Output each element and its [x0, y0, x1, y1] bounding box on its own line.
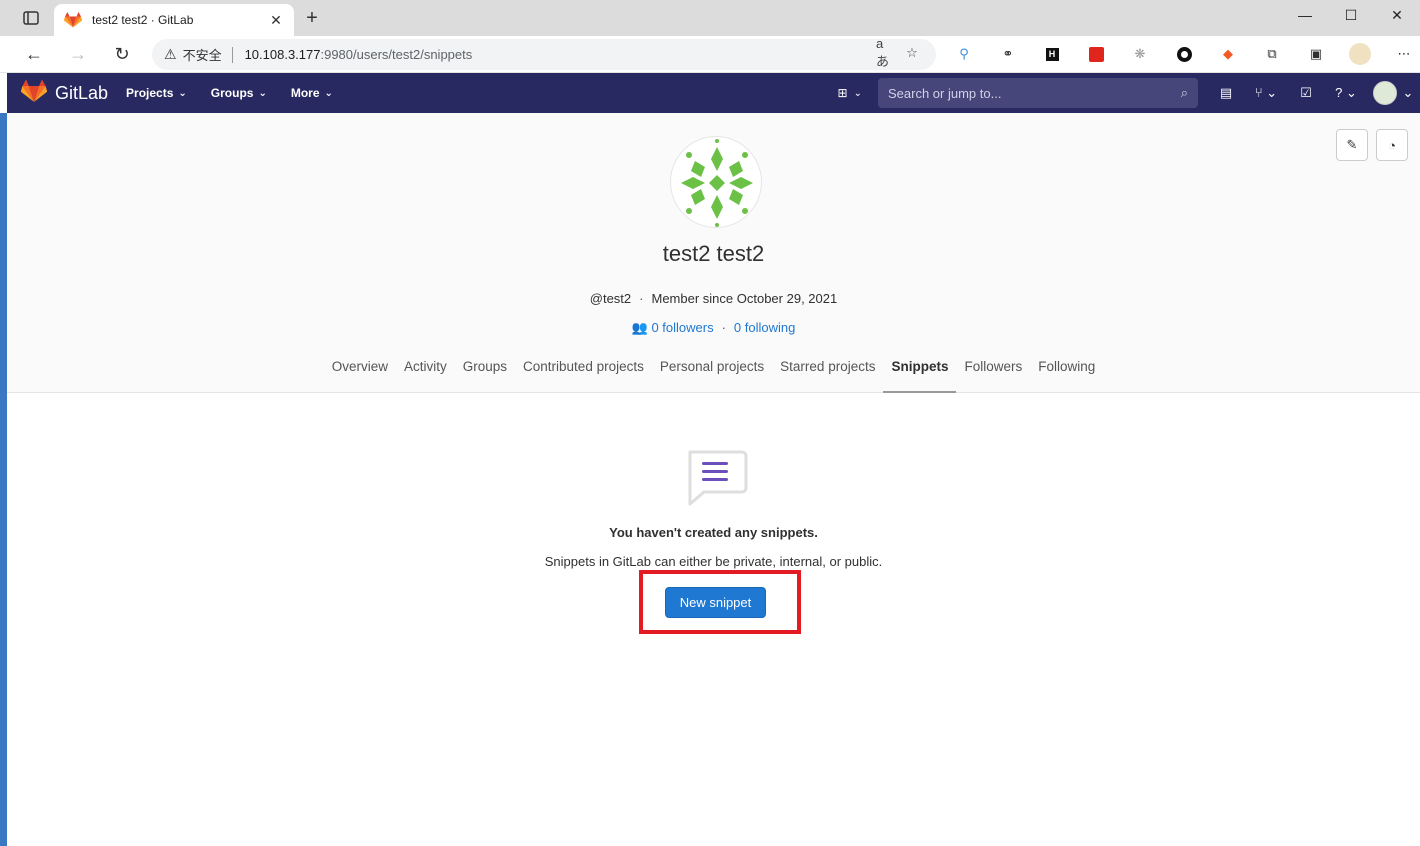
user-avatar-icon	[1372, 81, 1397, 105]
chevron-down-icon: ⌄	[178, 87, 187, 99]
empty-state-title: You haven't created any snippets.	[609, 525, 818, 540]
tab-followers[interactable]: Followers	[956, 349, 1030, 393]
follow-meta: 👥 0 followers · 0 following	[631, 320, 796, 335]
gitlab-home-link[interactable]: GitLab	[20, 78, 109, 108]
maximize-icon[interactable]: ☐	[1328, 0, 1374, 30]
rss-icon[interactable]: ◔	[1376, 129, 1408, 161]
users-icon: 👥	[631, 320, 648, 335]
tab-actions-icon[interactable]	[22, 9, 40, 27]
browser-tab-bar: test2 test2 · GitLab ✕ + — ☐ ✕	[0, 0, 1420, 36]
tab-activity[interactable]: Activity	[396, 349, 455, 393]
gitlab-logo-icon	[20, 78, 48, 108]
chevron-down-icon: ⌄	[258, 87, 267, 99]
profile-avatar-icon[interactable]	[1338, 41, 1382, 67]
menu-projects[interactable]: Projects ⌄	[126, 86, 187, 100]
menu-more[interactable]: More ⌄	[291, 86, 333, 100]
gitlab-navbar: GitLab Projects ⌄ Groups ⌄ More ⌄ ⊞ ⌄ Search…	[7, 73, 1420, 113]
collections-icon[interactable]: ▣	[1294, 41, 1338, 67]
warning-icon: ⚠	[164, 46, 177, 62]
back-icon[interactable]: ←	[22, 42, 46, 66]
user-profile-header: ✎ ◔ test2 test2 @test2 · Member since Octo…	[7, 113, 1420, 393]
issues-icon[interactable]: ▤	[1206, 78, 1246, 108]
snippet-illustration-icon	[682, 448, 750, 510]
search-input[interactable]: Search or jump to... ⌕	[878, 78, 1198, 108]
minimize-icon[interactable]: —	[1282, 0, 1328, 30]
merge-requests-icon[interactable]: ⑂ ⌄	[1246, 78, 1286, 108]
help-icon[interactable]: ? ⌄	[1326, 78, 1366, 108]
user-menu[interactable]: ⌄	[1366, 78, 1420, 108]
browser-menu-icon[interactable]: ⋯	[1382, 41, 1420, 67]
search-icon: ⌕	[1180, 85, 1188, 100]
extension-circle-icon[interactable]	[1162, 41, 1206, 67]
plus-square-icon: ⊞	[837, 86, 848, 100]
browser-tab[interactable]: test2 test2 · GitLab ✕	[54, 4, 294, 36]
tab-groups[interactable]: Groups	[455, 349, 515, 393]
url-text: 10.108.3.177:9980/users/test2/snippets	[244, 47, 473, 62]
snippets-empty-state: You haven't created any snippets. Snippe…	[7, 393, 1420, 846]
extension-h-icon[interactable]: H	[1030, 41, 1074, 67]
browser-toolbar: ← → ↻ ⚠ 不安全 10.108.3.177:9980/users/test…	[0, 36, 1420, 73]
tab-title: test2 test2 · GitLab	[92, 13, 194, 27]
extension-pin-icon[interactable]: ⚲	[942, 41, 986, 67]
tab-snippets[interactable]: Snippets	[883, 349, 957, 393]
gitlab-brand: GitLab	[55, 82, 109, 103]
tab-contributed-projects[interactable]: Contributed projects	[515, 349, 652, 393]
insecure-label: 不安全	[182, 48, 222, 63]
profile-tabs: Overview Activity Groups Contributed pro…	[7, 349, 1420, 393]
close-window-icon[interactable]: ✕	[1374, 0, 1420, 30]
edit-profile-icon[interactable]: ✎	[1336, 129, 1368, 161]
followers-link[interactable]: 0 followers	[651, 320, 713, 335]
user-full-name: test2 test2	[662, 241, 765, 266]
forward-icon[interactable]: →	[66, 42, 90, 66]
empty-state-description: Snippets in GitLab can either be private…	[544, 554, 883, 569]
extension-gray-icon[interactable]: ❋	[1118, 41, 1162, 67]
annotation-highlight-box	[639, 570, 801, 634]
extension-red-icon[interactable]	[1074, 41, 1118, 67]
refresh-icon[interactable]: ↻	[110, 42, 134, 66]
following-link[interactable]: 0 following	[734, 320, 795, 335]
new-tab-icon[interactable]: +	[302, 7, 322, 30]
address-bar[interactable]: ⚠ 不安全 10.108.3.177:9980/users/test2/snip…	[152, 36, 936, 70]
avatar	[670, 136, 762, 228]
read-aloud-icon[interactable]: aあ	[876, 36, 896, 69]
username: @test2	[589, 291, 632, 306]
desktop-edge-strip	[0, 113, 7, 846]
chevron-down-icon: ⌄	[324, 87, 333, 99]
extension-link-icon[interactable]: ⚭	[986, 41, 1030, 67]
extensions-icon[interactable]: ⧉	[1250, 41, 1294, 67]
new-dropdown[interactable]: ⊞ ⌄	[838, 86, 862, 100]
todos-icon[interactable]: ☑	[1286, 78, 1326, 108]
tab-starred-projects[interactable]: Starred projects	[772, 349, 883, 393]
gitlab-favicon-icon	[63, 12, 83, 28]
tab-overview[interactable]: Overview	[324, 349, 396, 393]
tab-close-icon[interactable]: ✕	[268, 12, 284, 29]
user-meta: @test2 · Member since October 29, 2021	[589, 291, 838, 306]
menu-groups[interactable]: Groups ⌄	[211, 86, 267, 100]
favorite-add-icon[interactable]: ☆	[902, 43, 922, 63]
tab-following[interactable]: Following	[1030, 349, 1103, 393]
tab-personal-projects[interactable]: Personal projects	[652, 349, 772, 393]
brave-icon[interactable]: ◆	[1206, 41, 1250, 67]
member-since: Member since October 29, 2021	[651, 291, 838, 306]
